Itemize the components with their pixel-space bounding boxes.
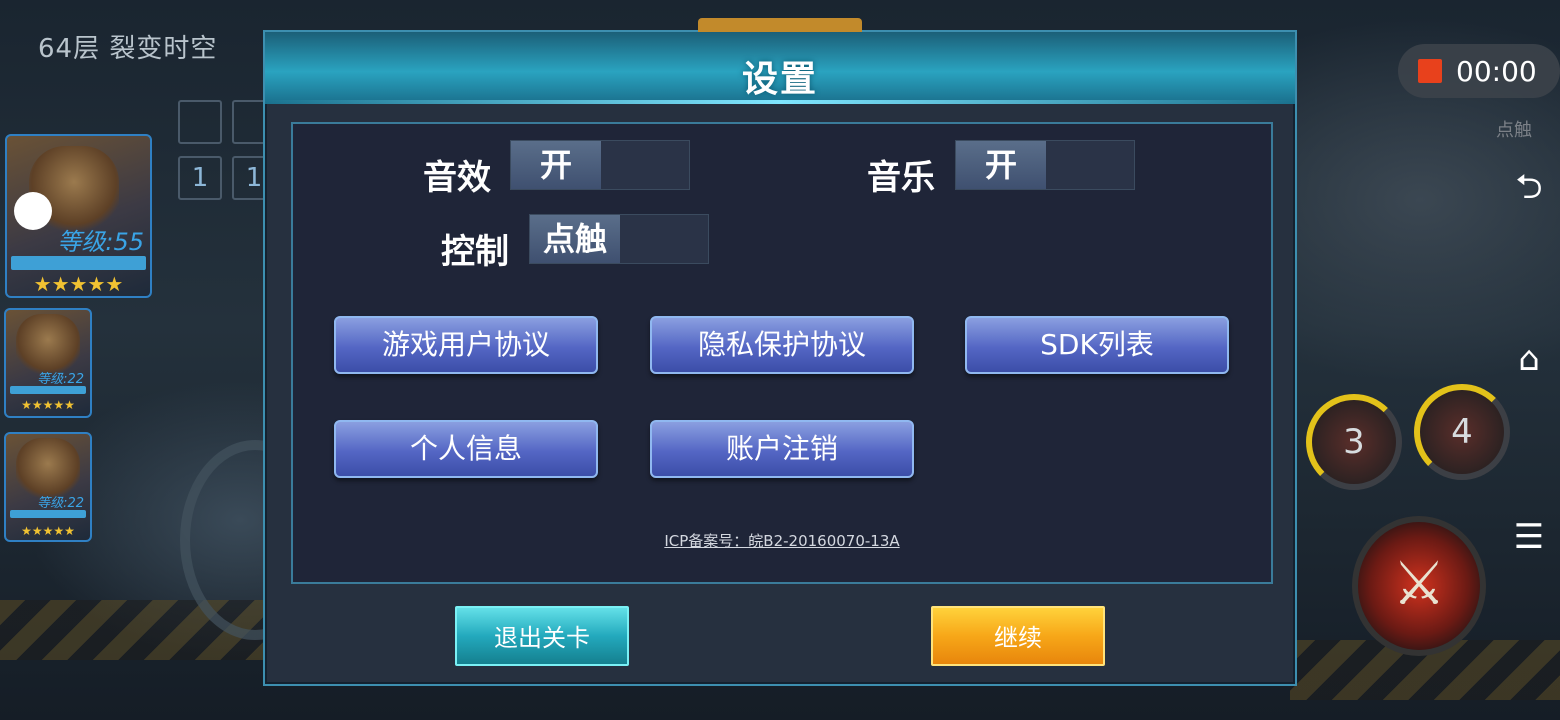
hero-card-3[interactable]: 等级:22 ★★★★★ bbox=[4, 432, 92, 542]
music-toggle-knob: 开 bbox=[956, 141, 1046, 189]
sound-label: 音效 bbox=[423, 158, 491, 198]
sound-toggle[interactable]: 开 bbox=[510, 140, 690, 190]
icp-link[interactable]: ICP备案号：皖B2-20160070-13A bbox=[293, 530, 1271, 551]
record-button[interactable]: 00:00 bbox=[1398, 44, 1560, 98]
level-title: 64层 裂变时空 bbox=[38, 34, 218, 64]
exit-level-button[interactable]: 退出关卡 bbox=[455, 606, 629, 666]
hero-stars: ★★★★★ bbox=[21, 398, 75, 412]
hero-hp-bar bbox=[10, 386, 86, 394]
hero-level: 等级:22 bbox=[37, 372, 84, 387]
buff-icon bbox=[178, 100, 222, 144]
music-toggle[interactable]: 开 bbox=[955, 140, 1135, 190]
control-label: 控制 bbox=[441, 232, 509, 272]
settings-dialog: 设置 音效 开 音乐 开 控制 点触 游戏用户协议 隐私保护协议 SDK列表 个… bbox=[263, 18, 1297, 686]
hero-hp-bar bbox=[11, 256, 146, 270]
account-cancel-button[interactable]: 账户注销 bbox=[650, 420, 914, 478]
skill-button-3[interactable]: 3 bbox=[1306, 394, 1402, 490]
dialog-title: 设置 bbox=[741, 59, 818, 100]
tap-mode-label: 点触 bbox=[1496, 120, 1532, 141]
control-toggle[interactable]: 点触 bbox=[529, 214, 709, 264]
hero-hp-bar bbox=[10, 510, 86, 518]
skill-button-4[interactable]: 4 bbox=[1414, 384, 1510, 480]
attack-button[interactable]: ⚔ bbox=[1352, 516, 1486, 656]
hero-card-2[interactable]: 等级:22 ★★★★★ bbox=[4, 308, 92, 418]
sdk-list-button[interactable]: SDK列表 bbox=[965, 316, 1229, 374]
record-stop-icon bbox=[1418, 59, 1442, 83]
music-label: 音乐 bbox=[867, 158, 935, 198]
user-agreement-button[interactable]: 游戏用户协议 bbox=[334, 316, 598, 374]
continue-button[interactable]: 继续 bbox=[931, 606, 1105, 666]
record-time: 00:00 bbox=[1456, 54, 1537, 88]
personal-info-button[interactable]: 个人信息 bbox=[334, 420, 598, 478]
hero-stars: ★★★★★ bbox=[21, 524, 75, 538]
hero-level: 等级:22 bbox=[37, 496, 84, 511]
sound-toggle-knob: 开 bbox=[511, 141, 601, 189]
buff-count-icon: 1 bbox=[178, 156, 222, 200]
hero-stars: ★★★★★ bbox=[33, 272, 124, 296]
privacy-button[interactable]: 隐私保护协议 bbox=[650, 316, 914, 374]
settings-panel: 音效 开 音乐 开 控制 点触 游戏用户协议 隐私保护协议 SDK列表 个人信息… bbox=[291, 122, 1273, 584]
touch-indicator bbox=[14, 192, 52, 230]
control-toggle-knob: 点触 bbox=[530, 215, 620, 263]
menu-icon[interactable]: ☰ bbox=[1506, 514, 1552, 560]
home-icon[interactable]: ⌂ bbox=[1506, 336, 1552, 382]
dialog-header: 设置 bbox=[265, 32, 1295, 104]
back-icon[interactable]: ⮌ bbox=[1506, 164, 1552, 210]
hero-level: 等级:55 bbox=[57, 228, 144, 256]
